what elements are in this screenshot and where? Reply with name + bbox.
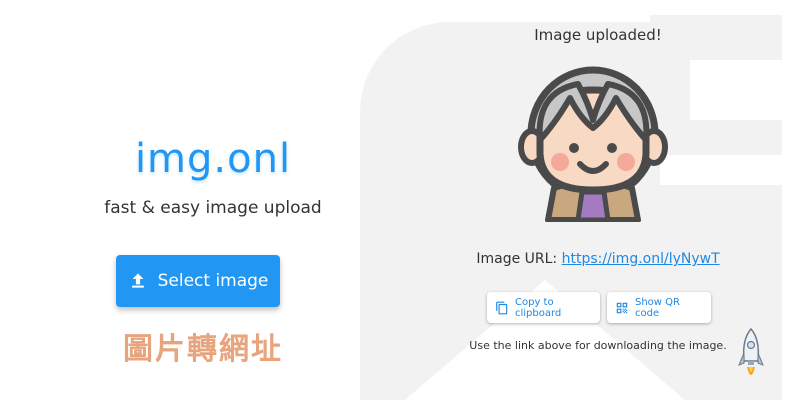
qr-code-icon xyxy=(616,302,628,313)
image-url-line: Image URL: https://img.onl/lyNywT xyxy=(440,251,756,267)
copy-to-clipboard-button[interactable]: Copy to clipboard xyxy=(487,292,600,323)
select-image-button[interactable]: Select image xyxy=(116,255,280,307)
image-url-label: Image URL: xyxy=(476,251,558,267)
uploaded-image xyxy=(518,66,668,222)
upload-icon xyxy=(131,273,144,288)
download-note: Use the link above for downloading the i… xyxy=(469,339,727,352)
image-url-link[interactable]: https://img.onl/lyNywT xyxy=(562,251,720,267)
tagline: fast & easy image upload xyxy=(104,198,322,218)
brand-logo: img.onl xyxy=(134,136,292,182)
upload-status-title: Image uploaded! xyxy=(534,26,662,44)
select-image-label: Select image xyxy=(157,271,269,291)
cjk-title: 圖片轉網址 xyxy=(123,332,283,367)
background-shape xyxy=(690,60,782,120)
copy-label: Copy to clipboard xyxy=(515,296,562,319)
qr-label: Show QR code xyxy=(635,296,680,319)
copy-icon xyxy=(496,301,508,314)
rocket-icon[interactable] xyxy=(738,327,764,385)
show-qr-code-button[interactable]: Show QR code xyxy=(607,292,711,323)
